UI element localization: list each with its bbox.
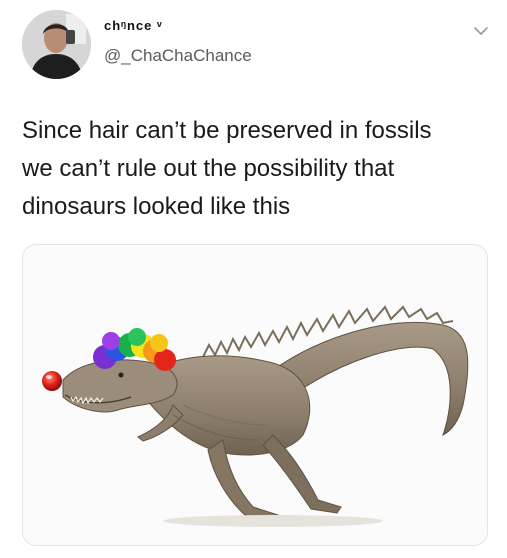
avatar[interactable] bbox=[22, 10, 91, 79]
tweet-text: Since hair can’t be preserved in fossils… bbox=[22, 112, 492, 226]
tweet-text-line: dinosaurs looked like this bbox=[22, 193, 291, 220]
display-name[interactable]: chᵑnce ᵛ bbox=[104, 18, 163, 33]
tweet-text-line: we can’t rule out the possibility that bbox=[22, 155, 395, 182]
user-handle[interactable]: @_ChaChaChance bbox=[104, 46, 252, 66]
tweet: chᵑnce ᵛ @_ChaChaChance Since hair can’t… bbox=[0, 0, 507, 558]
chevron-down-icon[interactable] bbox=[472, 24, 490, 38]
tweet-text-line: Since hair can’t be preserved in fossils bbox=[22, 117, 432, 144]
clown-nose bbox=[42, 371, 62, 391]
tweet-media-image[interactable] bbox=[22, 244, 488, 546]
